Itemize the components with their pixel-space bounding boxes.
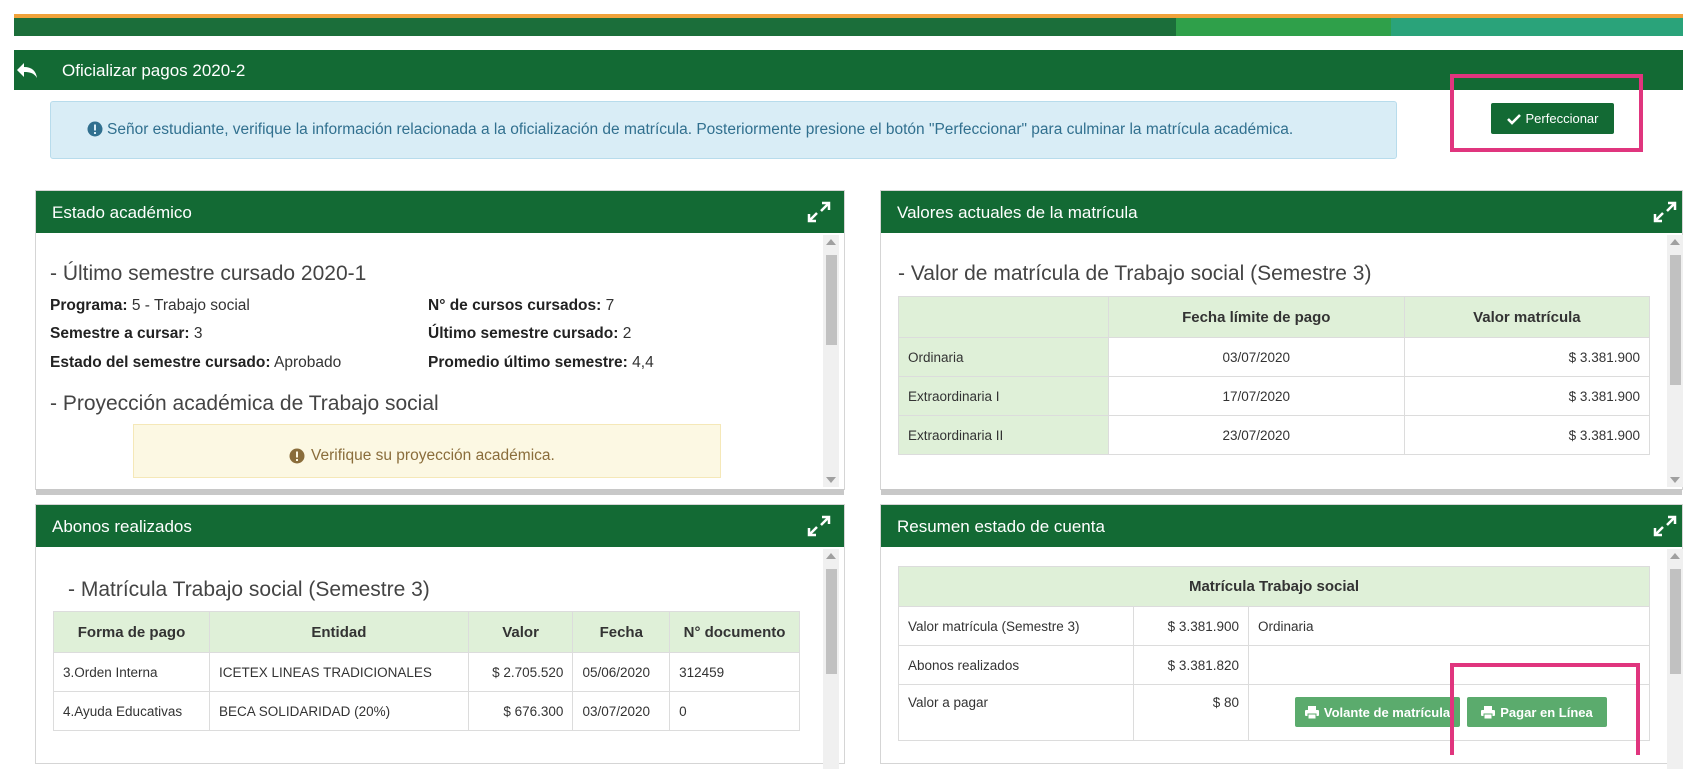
column-header: N° documento xyxy=(669,611,800,653)
panel-title: Abonos realizados xyxy=(52,517,192,536)
info-alert: Señor estudiante, verifique la informaci… xyxy=(50,101,1397,159)
table-row: 4.Ayuda Educativas BECA SOLIDARIDAD (20%… xyxy=(52,691,800,731)
table-row: 3.Orden Interna ICETEX LINEAS TRADICIONA… xyxy=(52,652,800,692)
check-icon xyxy=(1506,113,1521,125)
panel-title: Valores actuales de la matrícula xyxy=(897,203,1138,222)
column-header: Fecha xyxy=(572,611,671,653)
expand-icon[interactable] xyxy=(806,514,832,538)
programa-row: Programa: 5 - Trabajo social xyxy=(50,297,250,314)
warning-alert: Verifique su proyección académica. xyxy=(133,424,721,478)
proyeccion-heading: - Proyección académica de Trabajo social xyxy=(50,392,439,415)
table-row: Extraordinaria II 23/07/2020 $ 3.381.900 xyxy=(898,415,1651,455)
estado-row: Estado del semestre cursado: Aprobado xyxy=(50,354,342,371)
highlight-box-pagar xyxy=(1450,663,1640,755)
last-semester-heading: - Último semestre cursado 2020-1 xyxy=(50,262,367,285)
alert-text: Señor estudiante, verifique la informaci… xyxy=(107,121,1294,138)
scrollbar[interactable] xyxy=(823,549,839,769)
scrollbar[interactable] xyxy=(1667,235,1683,487)
scrollbar[interactable] xyxy=(1667,549,1683,769)
column-header: Fecha límite de pago xyxy=(1107,296,1405,338)
expand-icon[interactable] xyxy=(1652,200,1678,224)
scrollbar[interactable] xyxy=(823,235,839,487)
exclamation-circle-icon xyxy=(289,448,305,464)
table-row: Extraordinaria I 17/07/2020 $ 3.381.900 xyxy=(898,376,1651,416)
warning-text: Verifique su proyección académica. xyxy=(311,447,555,464)
table-row: Ordinaria 03/07/2020 $ 3.381.900 xyxy=(898,337,1651,377)
valores-heading: - Valor de matrícula de Trabajo social (… xyxy=(898,262,1372,285)
cursos-row: N° de cursos cursados: 7 xyxy=(428,297,615,314)
print-icon xyxy=(1304,705,1319,719)
page-title: Oficializar pagos 2020-2 xyxy=(62,61,246,80)
expand-icon[interactable] xyxy=(806,200,832,224)
top-color-bar xyxy=(14,0,1683,38)
table-header: Matrícula Trabajo social xyxy=(898,566,1650,607)
column-header: Entidad xyxy=(209,611,469,653)
panel-title: Resumen estado de cuenta xyxy=(897,517,1105,536)
volante-label: Volante de matrícula xyxy=(1323,704,1451,720)
perfeccionar-label: Perfeccionar xyxy=(1525,111,1599,126)
perfeccionar-button[interactable]: Perfeccionar xyxy=(1491,103,1614,134)
promedio-row: Promedio último semestre: 4,4 xyxy=(428,354,654,371)
volante-matricula-button[interactable]: Volante de matrícula xyxy=(1295,697,1460,727)
abonos-table: Forma de pago Entidad Valor Fecha N° doc… xyxy=(52,611,800,731)
expand-icon[interactable] xyxy=(1652,514,1678,538)
column-header: Valor matrícula xyxy=(1403,296,1651,338)
semestre-row: Semestre a cursar: 3 xyxy=(50,325,203,342)
panel-title: Estado académico xyxy=(52,203,192,222)
column-header: Forma de pago xyxy=(52,611,211,653)
column-header: Valor xyxy=(467,611,574,653)
column-header xyxy=(898,296,1109,338)
info-circle-icon xyxy=(87,121,103,137)
page-title-bar: Oficializar pagos 2020-2 xyxy=(14,50,1683,90)
abonos-heading: - Matrícula Trabajo social (Semestre 3) xyxy=(68,578,430,601)
ultimo-row: Último semestre cursado: 2 xyxy=(428,325,632,342)
valores-table: Fecha límite de pago Valor matrícula Ord… xyxy=(898,296,1651,455)
table-row: Valor matrícula (Semestre 3) $ 3.381.900… xyxy=(898,606,1650,646)
back-arrow-icon[interactable] xyxy=(14,58,40,82)
